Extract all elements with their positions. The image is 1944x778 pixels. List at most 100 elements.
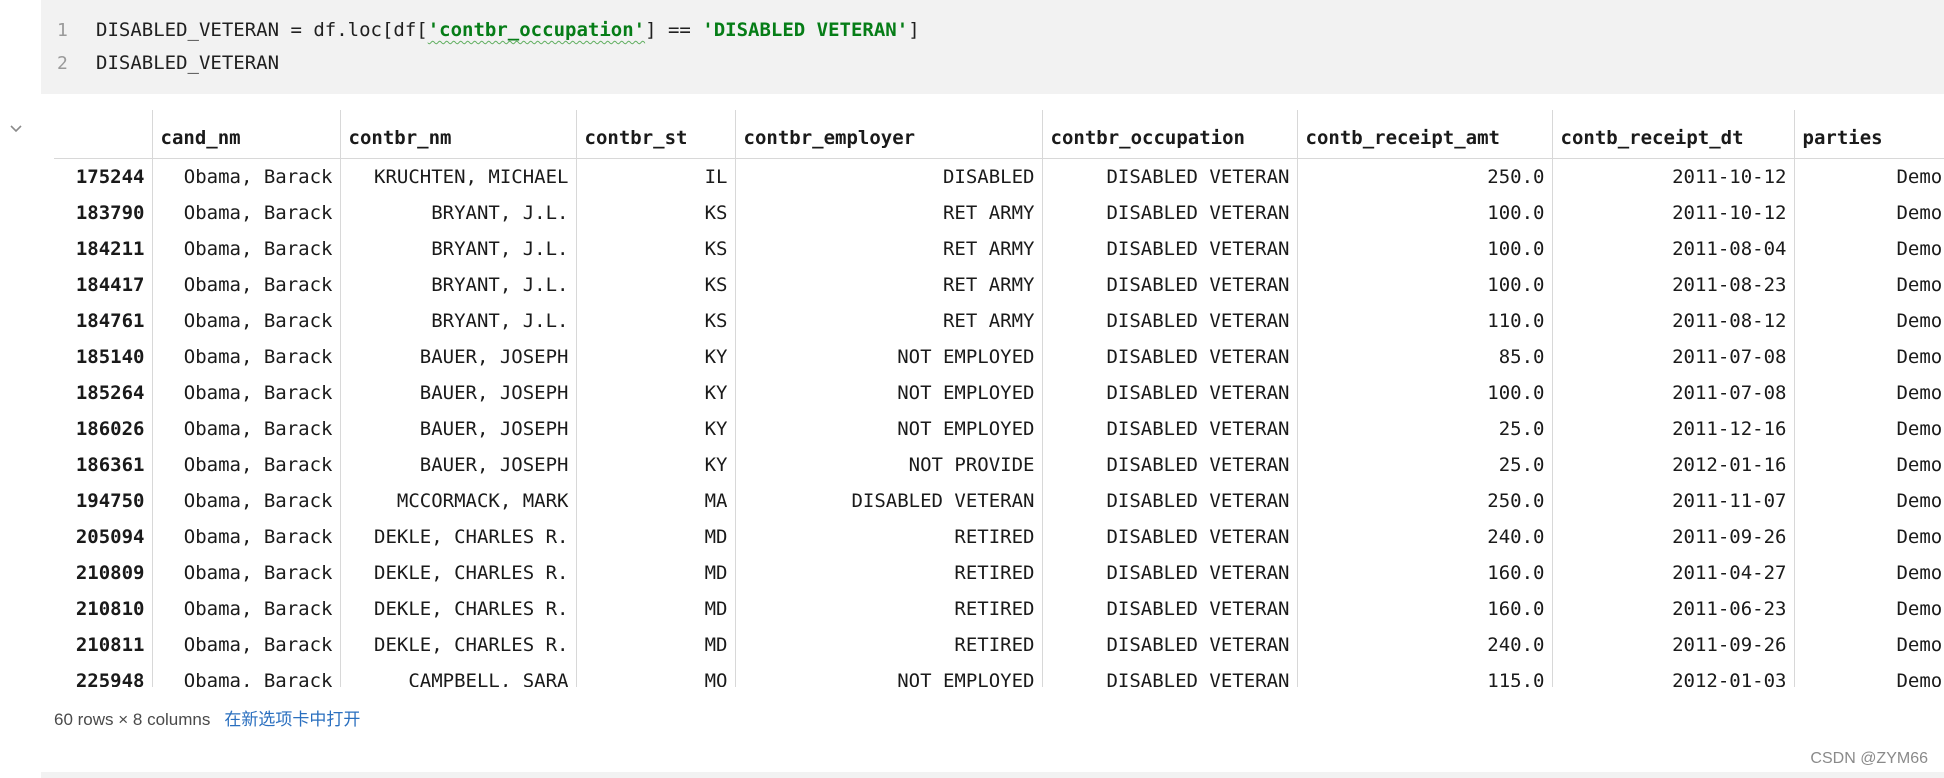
table-cell: DISABLED VETERAN [1041,158,1297,195]
table-cell: Democrat [1793,663,1944,687]
table-cell: DISABLED VETERAN [1041,519,1297,555]
table-row: 184417 Obama, Barack BRYANT, J.L. KS RET ARM… [54,267,1944,303]
table-cell: Democrat [1793,339,1944,375]
code-line-1[interactable]: DISABLED_VETERAN = df.loc[df['contbr_occ… [96,19,920,41]
table-header-row: cand_nm contbr_nm contbr_st contbr_employer… [54,110,1944,159]
table-cell: Obama, Barack [151,663,340,687]
table-row: 210811 Obama, Barack DEKLE, CHARLES R. MD RE… [54,627,1944,663]
table-row: 175244 Obama, Barack KRUCHTEN, MICHAEL IL DI… [54,158,1944,195]
table-cell: Democrat [1793,195,1944,231]
table-cell: BRYANT, J.L. [339,303,576,339]
row-index: 184211 [75,238,145,260]
table-cell: 85.0 [1296,339,1552,375]
table-cell: Democrat [1793,231,1944,267]
table-cell: DEKLE, CHARLES R. [339,591,576,627]
table-cell: 2011-07-08 [1551,375,1794,411]
code-token: ] == [645,19,703,41]
table-cell: DISABLED VETERAN [1041,483,1297,519]
column-header: cand_nm [151,110,340,159]
open-in-new-tab-link[interactable]: 在新选项卡中打开 [224,710,360,729]
row-index: 186361 [75,454,145,476]
column-header: contbr_nm [339,110,576,159]
table-cell: Democrat [1793,375,1944,411]
table-cell: DISABLED VETERAN [1041,267,1297,303]
table-cell: NOT EMPLOYED [734,375,1042,411]
table-cell: 2011-09-26 [1551,519,1794,555]
table-cell: KS [575,195,735,231]
table-cell: Obama, Barack [151,411,340,447]
table-cell: 25.0 [1296,411,1552,447]
table-cell: DEKLE, CHARLES R. [339,555,576,591]
row-index: 175244 [75,166,145,188]
table-cell: KY [575,339,735,375]
table-cell: BAUER, JOSEPH [339,375,576,411]
table-cell: 160.0 [1296,555,1552,591]
table-cell: Obama, Barack [151,447,340,483]
table-cell: Obama, Barack [151,231,340,267]
table-cell: 2012-01-16 [1551,447,1794,483]
line-number: 2 [57,53,68,74]
table-body: 175244 Obama, Barack KRUCHTEN, MICHAEL IL DI… [54,158,1944,687]
line-number-gutter: 1 2 [41,0,77,94]
table-cell: 2011-10-12 [1551,158,1794,195]
table-row: 225948 Obama, Barack CAMPBELL, SARA MO NOT E… [54,663,1944,687]
table-cell: NOT EMPLOYED [734,663,1042,687]
table-cell: KS [575,231,735,267]
table-cell: KY [575,447,735,483]
table-cell: RETIRED [734,519,1042,555]
table-cell: 2011-11-07 [1551,483,1794,519]
table-cell: RET ARMY [734,303,1042,339]
table-cell: MD [575,591,735,627]
row-index: 210809 [75,562,145,584]
table-cell: Obama, Barack [151,303,340,339]
table-cell: KY [575,411,735,447]
table-cell: Democrat [1793,158,1944,195]
table-cell: 2011-04-27 [1551,555,1794,591]
table-cell: NOT EMPLOYED [734,339,1042,375]
table-cell: MD [575,519,735,555]
output-area: cand_nm contbr_nm contbr_st contbr_employer… [54,110,1944,687]
table-row: 186026 Obama, Barack BAUER, JOSEPH KY NOT EM… [54,411,1944,447]
index-header [54,110,152,159]
table-cell: Democrat [1793,519,1944,555]
code-cell[interactable]: 1 2 DISABLED_VETERAN = df.loc[df['contbr… [41,0,1944,94]
table-cell: DISABLED VETERAN [1041,375,1297,411]
table-cell: DISABLED VETERAN [1041,555,1297,591]
table-cell: Obama, Barack [151,195,340,231]
table-cell: DISABLED VETERAN [1041,411,1297,447]
row-index: 210811 [75,634,145,656]
table-cell: CAMPBELL, SARA [339,663,576,687]
table-cell: 2011-08-12 [1551,303,1794,339]
code-line-2[interactable]: DISABLED_VETERAN [96,52,279,74]
table-cell: BAUER, JOSEPH [339,339,576,375]
table-cell: 100.0 [1296,375,1552,411]
table-cell: 250.0 [1296,483,1552,519]
table-cell: BRYANT, J.L. [339,195,576,231]
string-literal: 'DISABLED VETERAN' [702,19,909,41]
string-literal: 'contbr_occupation' [428,19,645,41]
table-row: 186361 Obama, Barack BAUER, JOSEPH KY NOT PR… [54,447,1944,483]
column-header: parties [1793,110,1944,159]
table-cell: 240.0 [1296,627,1552,663]
table-row: 183790 Obama, Barack BRYANT, J.L. KS RET ARM… [54,195,1944,231]
table-cell: DEKLE, CHARLES R. [339,627,576,663]
row-index: 186026 [75,418,145,440]
column-header: contb_receipt_amt [1296,110,1552,159]
table-cell: 2011-09-26 [1551,627,1794,663]
line-number: 1 [57,20,68,41]
table-cell: 160.0 [1296,591,1552,627]
table-cell: 2011-08-04 [1551,231,1794,267]
table-cell: MA [575,483,735,519]
table-cell: DISABLED VETERAN [1041,447,1297,483]
table-cell: KRUCHTEN, MICHAEL [339,158,576,195]
table-cell: Obama, Barack [151,267,340,303]
table-cell: 25.0 [1296,447,1552,483]
table-cell: 110.0 [1296,303,1552,339]
table-row: 184761 Obama, Barack BRYANT, J.L. KS RET ARM… [54,303,1944,339]
table-cell: Obama, Barack [151,339,340,375]
table-cell: DISABLED VETERAN [1041,663,1297,687]
table-cell: Obama, Barack [151,519,340,555]
table-cell: BAUER, JOSEPH [339,411,576,447]
row-index: 225948 [75,670,145,687]
collapse-output-icon[interactable] [8,121,24,137]
